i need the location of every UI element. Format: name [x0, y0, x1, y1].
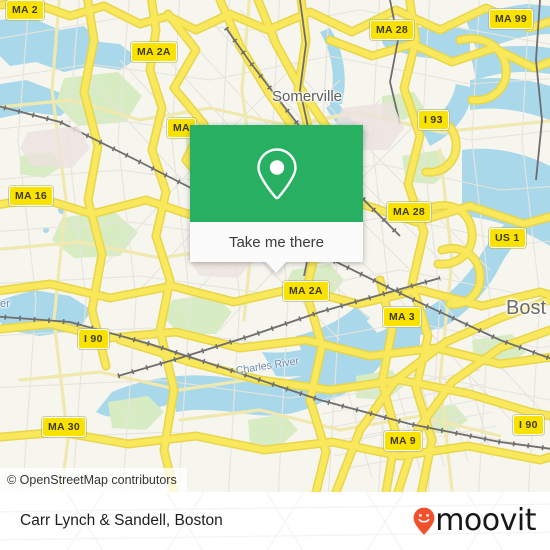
road-shield: I 90 [513, 415, 544, 435]
popup-cta-panel[interactable]: Take me there [190, 222, 363, 262]
page-title: Carr Lynch & Sandell, Boston [20, 512, 223, 529]
road-shield: I 90 [78, 329, 109, 349]
osm-attribution[interactable]: © OpenStreetMap contributors [0, 468, 187, 492]
road-shield: MA 99 [489, 9, 534, 29]
moovit-smile-pin-icon [413, 507, 435, 535]
place-label-partial-left: er [0, 298, 10, 310]
moovit-wordmark: moovit [435, 503, 536, 538]
place-label-somerville: Somerville [272, 88, 343, 105]
road-shield: MA 28 [370, 20, 415, 40]
osm-attribution-text: © OpenStreetMap contributors [7, 473, 177, 487]
road-shield: MA 2A [283, 281, 329, 301]
moovit-logo[interactable]: moovit [413, 506, 536, 536]
road-shield: MA 16 [9, 186, 54, 206]
road-shield: MA 9 [384, 431, 422, 451]
road-shield: MA 28 [387, 202, 432, 222]
take-me-there-label: Take me there [228, 233, 325, 251]
road-shield: I 93 [418, 110, 449, 130]
road-shield: MA 2 [6, 0, 44, 20]
road-shield: MA 2A [131, 42, 177, 62]
place-label-boston: Bost [506, 297, 547, 319]
map-screenshot-root: MA 2 MA 2A MA 28 MA 99 I 93 MA MA 16 MA … [0, 0, 550, 550]
footer-bar: Carr Lynch & Sandell, Boston moovit [0, 492, 550, 550]
road-shield: MA 3 [383, 307, 421, 327]
location-popup-card[interactable]: Take me there [190, 125, 363, 273]
road-shield: US 1 [489, 228, 526, 248]
map-canvas[interactable]: MA 2 MA 2A MA 28 MA 99 I 93 MA MA 16 MA … [0, 0, 550, 492]
road-shield: MA 30 [42, 417, 87, 437]
popup-tail-pointer [265, 261, 287, 273]
popup-marker-panel [190, 125, 363, 222]
map-pin-icon [256, 147, 297, 199]
